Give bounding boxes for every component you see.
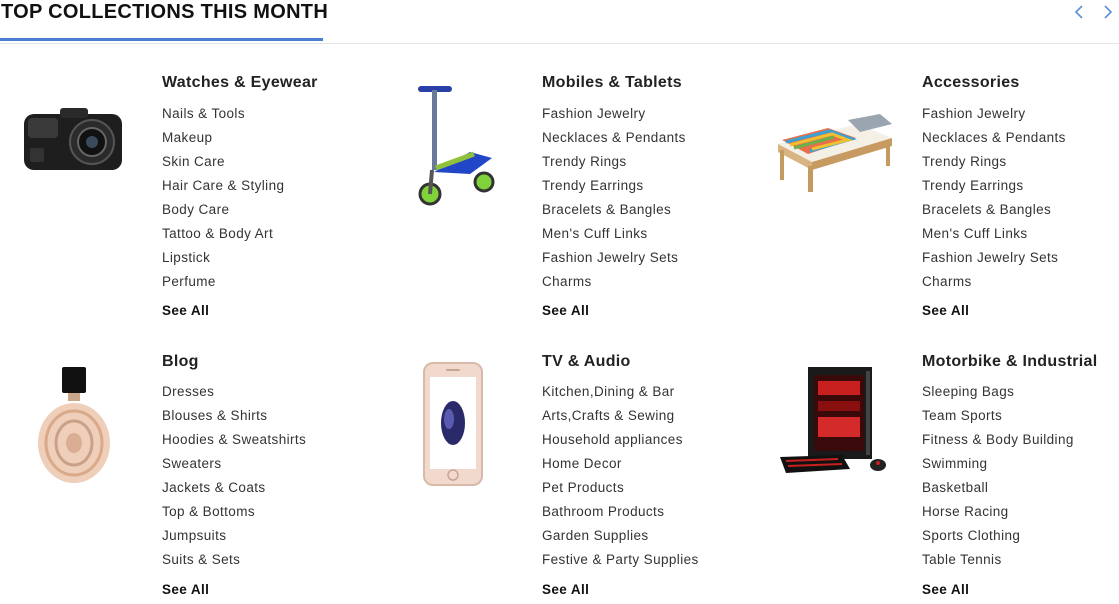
collection-link[interactable]: Arts,Crafts & Sewing [542,404,699,428]
collection-link[interactable]: Swimming [922,452,1074,476]
collection-title[interactable]: Accessories [922,74,1020,92]
collection-link[interactable]: Bracelets & Bangles [922,198,1066,222]
collection-link[interactable]: Pet Products [542,476,699,500]
collection-link[interactable]: Team Sports [922,404,1074,428]
see-all-link[interactable]: See All [922,303,969,318]
collection-link[interactable]: Table Tennis [922,548,1074,572]
collection-link[interactable]: Fashion Jewelry [542,102,686,126]
collection-card: Watches & Eyewear Nails & Tools Makeup S… [0,60,360,320]
kick-scooter-image[interactable] [410,82,500,212]
collection-link[interactable]: Garden Supplies [542,524,699,548]
collection-link[interactable]: Fitness & Body Building [922,428,1074,452]
collection-link[interactable]: Top & Bottoms [162,500,306,524]
collection-link-list: Fashion Jewelry Necklaces & Pendants Tre… [542,102,686,294]
collection-link-list: Kitchen,Dining & Bar Arts,Crafts & Sewin… [542,380,699,572]
collection-card: TV & Audio Kitchen,Dining & Bar Arts,Cra… [380,339,740,599]
collection-link[interactable]: Home Decor [542,452,699,476]
collection-link[interactable]: Basketball [922,476,1074,500]
section-header: TOP COLLECTIONS THIS MONTH [0,0,1119,44]
collection-link-list: Sleeping Bags Team Sports Fitness & Body… [922,380,1074,572]
gaming-pc-image[interactable] [778,365,890,481]
collection-link[interactable]: Men's Cuff Links [922,222,1066,246]
see-all-link[interactable]: See All [162,582,209,597]
collection-link[interactable]: Charms [542,270,686,294]
collection-link[interactable]: Hair Care & Styling [162,174,284,198]
collection-link[interactable]: Perfume [162,270,284,294]
collection-link[interactable]: Bracelets & Bangles [542,198,686,222]
collection-link[interactable]: Lipstick [162,246,284,270]
see-all-link[interactable]: See All [922,582,969,597]
collection-link-list: Nails & Tools Makeup Skin Care Hair Care… [162,102,284,294]
see-all-link[interactable]: See All [162,303,209,318]
collection-link[interactable]: Trendy Earrings [542,174,686,198]
collection-link[interactable]: Nails & Tools [162,102,284,126]
collection-title[interactable]: Blog [162,353,199,371]
collection-card: Mobiles & Tablets Fashion Jewelry Neckla… [380,60,740,320]
collection-link[interactable]: Fashion Jewelry [922,102,1066,126]
chevron-left-icon[interactable] [1073,3,1085,24]
collection-link[interactable]: Men's Cuff Links [542,222,686,246]
collection-link[interactable]: Horse Racing [922,500,1074,524]
see-all-link[interactable]: See All [542,303,589,318]
collection-link[interactable]: Necklaces & Pendants [922,126,1066,150]
collection-link[interactable]: Jumpsuits [162,524,306,548]
collection-link[interactable]: Trendy Rings [542,150,686,174]
collection-link[interactable]: Festive & Party Supplies [542,548,699,572]
collection-link-list: Dresses Blouses & Shirts Hoodies & Sweat… [162,380,306,572]
collection-link[interactable]: Makeup [162,126,284,150]
collection-link[interactable]: Fashion Jewelry Sets [542,246,686,270]
collection-link[interactable]: Kitchen,Dining & Bar [542,380,699,404]
collection-link[interactable]: Jackets & Coats [162,476,306,500]
collection-link[interactable]: Charms [922,270,1066,294]
collection-title[interactable]: Motorbike & Industrial [922,353,1098,371]
collection-link[interactable]: Dresses [162,380,306,404]
collection-title[interactable]: TV & Audio [542,353,631,371]
title-underline [0,38,323,41]
collection-link[interactable]: Necklaces & Pendants [542,126,686,150]
collection-link[interactable]: Skin Care [162,150,284,174]
section-title: TOP COLLECTIONS THIS MONTH [1,1,329,23]
collection-link[interactable]: Tattoo & Body Art [162,222,284,246]
collection-link[interactable]: Fashion Jewelry Sets [922,246,1066,270]
collection-card: Accessories Fashion Jewelry Necklaces & … [760,60,1119,320]
collection-link[interactable]: Trendy Rings [922,150,1066,174]
collection-link[interactable]: Body Care [162,198,284,222]
collection-link[interactable]: Household appliances [542,428,699,452]
see-all-link[interactable]: See All [542,582,589,597]
dash-camera-image[interactable] [20,100,130,180]
bed-image[interactable] [768,104,898,194]
collection-link[interactable]: Sports Clothing [922,524,1074,548]
collection-link[interactable]: Blouses & Shirts [162,404,306,428]
collection-link[interactable]: Bathroom Products [542,500,699,524]
collection-link-list: Fashion Jewelry Necklaces & Pendants Tre… [922,102,1066,294]
chevron-right-icon[interactable] [1102,3,1114,24]
smartphone-image[interactable] [422,361,484,487]
collection-link[interactable]: Suits & Sets [162,548,306,572]
perfume-bottle-image[interactable] [34,365,114,485]
collection-title[interactable]: Watches & Eyewear [162,74,318,92]
collection-link[interactable]: Trendy Earrings [922,174,1066,198]
collection-card: Motorbike & Industrial Sleeping Bags Tea… [760,339,1119,599]
collection-card: Blog Dresses Blouses & Shirts Hoodies & … [0,339,360,599]
collection-title[interactable]: Mobiles & Tablets [542,74,682,92]
collection-link[interactable]: Sweaters [162,452,306,476]
collection-link[interactable]: Sleeping Bags [922,380,1074,404]
collection-link[interactable]: Hoodies & Sweatshirts [162,428,306,452]
